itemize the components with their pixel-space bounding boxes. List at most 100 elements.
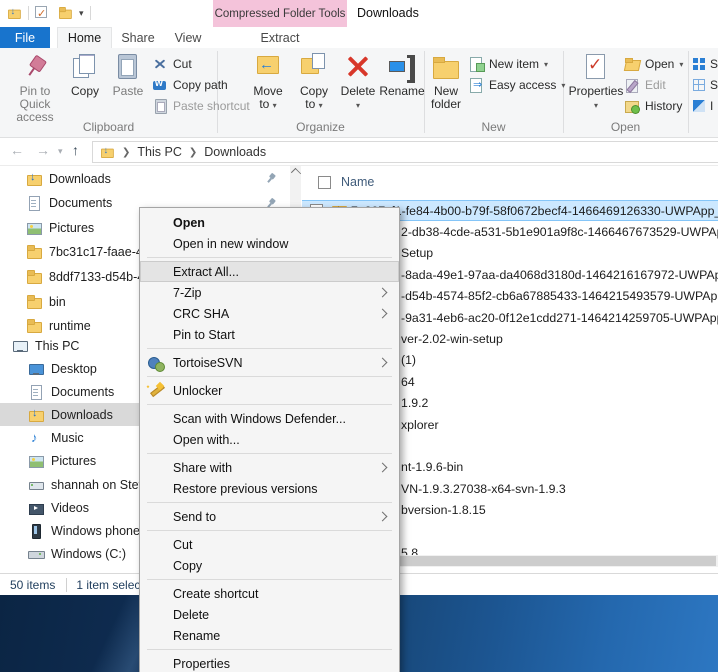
name-column-header[interactable]: Name bbox=[318, 172, 374, 192]
menu-item-open[interactable]: Open bbox=[140, 212, 399, 233]
pin-icon bbox=[263, 171, 278, 186]
menu-item-label: CRC SHA bbox=[173, 306, 230, 321]
cut-button[interactable]: Cut bbox=[152, 54, 192, 74]
menu-item-create-shortcut[interactable]: Create shortcut bbox=[140, 583, 399, 604]
properties-button[interactable]: Properties▾ bbox=[569, 52, 623, 112]
select-all-checkbox[interactable] bbox=[318, 175, 331, 189]
copy-button[interactable]: Copy bbox=[65, 52, 105, 98]
sidebar-item-label: Windows phone bbox=[51, 523, 140, 538]
menu-item-open-with[interactable]: Open with... bbox=[140, 429, 399, 450]
select-all-button[interactable]: S bbox=[693, 54, 718, 74]
dropdown-caret: ▾ bbox=[318, 101, 323, 110]
qat-downloads-icon[interactable] bbox=[7, 6, 21, 20]
easy-access-button[interactable]: Easy access▾ bbox=[468, 75, 565, 95]
items-count: 50 items bbox=[10, 577, 56, 592]
open-button[interactable]: Open ▾ bbox=[624, 54, 683, 74]
menu-separator bbox=[147, 376, 392, 377]
breadcrumb-chevron-icon[interactable]: ❯ bbox=[189, 147, 197, 158]
menu-item-copy[interactable]: Copy bbox=[140, 555, 399, 576]
qat-customize-chevron-icon[interactable]: ▾ bbox=[79, 8, 84, 18]
paste-button[interactable]: Paste bbox=[106, 52, 150, 98]
menu-item-label: Open in new window bbox=[173, 236, 289, 251]
tab-extract[interactable]: Extract bbox=[213, 27, 347, 48]
menu-item-label: Pin to Start bbox=[173, 327, 235, 342]
new-item-button[interactable]: New item ▾ bbox=[468, 54, 548, 74]
menu-item-scan-with-windows-defender[interactable]: Scan with Windows Defender... bbox=[140, 408, 399, 429]
menu-item-cut[interactable]: Cut bbox=[140, 534, 399, 555]
sidebar-item-label: Windows (C:) bbox=[51, 547, 127, 562]
menu-item-open-in-new-window[interactable]: Open in new window bbox=[140, 233, 399, 254]
file-name-fragment: -8ada-49e1-97aa-da4068d3180d-14642161679… bbox=[401, 267, 718, 282]
tab-file[interactable]: File bbox=[0, 27, 50, 48]
breadcrumb-this-pc[interactable]: This PC bbox=[137, 145, 181, 159]
menu-item-send-to[interactable]: Send to bbox=[140, 506, 399, 527]
menu-item-rename[interactable]: Rename bbox=[140, 625, 399, 646]
file-name: 7a207cf1-fe84-4b00-b79f-58f0672becf4-146… bbox=[351, 203, 718, 218]
invert-selection-button[interactable]: I bbox=[693, 96, 713, 116]
edit-button[interactable]: Edit bbox=[624, 75, 666, 95]
menu-separator bbox=[147, 530, 392, 531]
tab-share[interactable]: Share bbox=[112, 27, 164, 48]
menu-item-label: Unlocker bbox=[173, 383, 223, 398]
folder-icon bbox=[26, 244, 42, 260]
file-name-fragment: VN-1.9.3.27038-x64-svn-1.9.3 bbox=[401, 481, 566, 496]
copy-path-button[interactable]: Copy path bbox=[152, 75, 228, 95]
menu-item-restore-previous-versions[interactable]: Restore previous versions bbox=[140, 478, 399, 499]
menu-separator bbox=[147, 579, 392, 580]
menu-item-label: Create shortcut bbox=[173, 586, 259, 601]
forward-button[interactable]: → bbox=[36, 142, 50, 158]
invert-selection-icon bbox=[693, 100, 705, 112]
new-folder-button[interactable]: New folder bbox=[424, 52, 468, 111]
recent-locations-chevron-icon[interactable]: ▾ bbox=[58, 146, 63, 157]
menu-item-extract-all[interactable]: Extract All... bbox=[140, 261, 399, 282]
menu-item-label: Cut bbox=[173, 537, 193, 552]
select-none-icon bbox=[693, 79, 705, 91]
file-name-fragment: -d54b-4574-85f2-cb6a67885433-14642154935… bbox=[401, 289, 718, 304]
properties-icon bbox=[581, 52, 611, 82]
menu-item-tortoisesvn[interactable]: TortoiseSVN bbox=[140, 352, 399, 373]
sidebar-item-downloads[interactable]: Downloads bbox=[0, 167, 290, 190]
rename-button[interactable]: Rename bbox=[378, 52, 426, 98]
pc-icon bbox=[12, 338, 28, 354]
copy-icon bbox=[70, 52, 100, 82]
breadcrumb-chevron-icon[interactable]: ❯ bbox=[122, 147, 130, 158]
menu-item-share-with[interactable]: Share with bbox=[140, 457, 399, 478]
menu-item-delete[interactable]: Delete bbox=[140, 604, 399, 625]
file-name-fragment: xplorer bbox=[401, 417, 439, 432]
select-none-button[interactable]: S bbox=[693, 75, 718, 95]
sidebar-item-label: Documents bbox=[51, 384, 115, 399]
qat-folder-icon[interactable] bbox=[58, 6, 72, 20]
file-name-fragment: nt-1.9.6-bin bbox=[401, 460, 464, 475]
pin-to-quick-access-button[interactable]: Pin to Quick access bbox=[6, 52, 64, 124]
menu-item-properties[interactable]: Properties bbox=[140, 653, 399, 672]
menu-item-pin-to-start[interactable]: Pin to Start bbox=[140, 324, 399, 345]
pictures-icon bbox=[26, 220, 42, 236]
paste-icon bbox=[113, 52, 143, 82]
address-bar[interactable]: ❯ This PC ❯ Downloads bbox=[92, 141, 718, 163]
breadcrumb-downloads[interactable]: Downloads bbox=[204, 145, 266, 159]
paste-shortcut-button[interactable]: Paste shortcut bbox=[152, 96, 250, 116]
history-button[interactable]: History bbox=[624, 96, 682, 116]
delete-button[interactable]: Delete ▾ bbox=[338, 52, 378, 112]
menu-item-crc-sha[interactable]: CRC SHA bbox=[140, 303, 399, 324]
menu-item-label: 7-Zip bbox=[173, 285, 202, 300]
up-button[interactable]: ↑ bbox=[72, 142, 79, 158]
music-icon bbox=[28, 430, 44, 446]
qat-properties-icon[interactable]: ✓ bbox=[35, 6, 51, 20]
menu-item-unlocker[interactable]: Unlocker bbox=[140, 380, 399, 401]
move-to-button[interactable]: Moveto ▾ bbox=[246, 52, 290, 112]
dropdown-caret: ▾ bbox=[355, 101, 360, 110]
pictures-icon bbox=[28, 453, 44, 469]
copy-to-button[interactable]: Copy to ▾ bbox=[292, 52, 336, 112]
menu-item-label: Delete bbox=[173, 607, 210, 622]
tab-view[interactable]: View bbox=[164, 27, 212, 48]
sidebar-item-label: This PC bbox=[35, 338, 80, 353]
tab-home[interactable]: Home bbox=[57, 27, 112, 48]
sidebar-item-label: runtime bbox=[49, 319, 91, 334]
back-button[interactable]: ← bbox=[10, 142, 24, 158]
sidebar-item-label: Downloads bbox=[51, 407, 113, 422]
file-name-fragment: ver-2.02-win-setup bbox=[401, 331, 503, 346]
menu-item-7-zip[interactable]: 7-Zip bbox=[140, 282, 399, 303]
new-group-caption: New bbox=[481, 120, 506, 134]
menu-item-label: Copy bbox=[173, 558, 203, 573]
